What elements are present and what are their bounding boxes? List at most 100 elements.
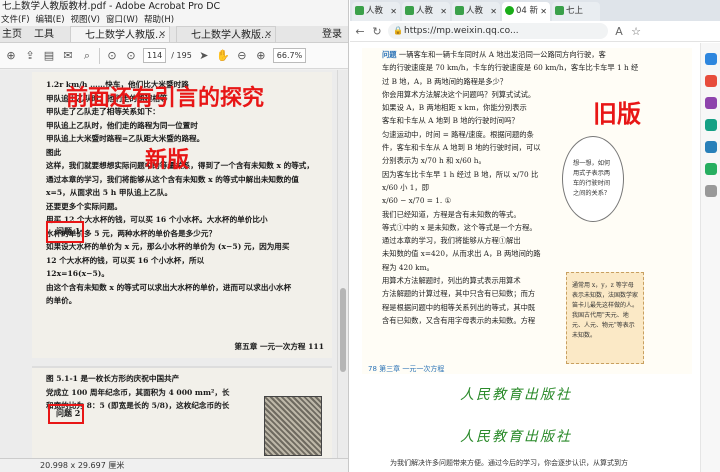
text-line: 甲队追上乙队时，他们走的路程为同一位置时: [46, 120, 198, 130]
zoom-in-icon[interactable]: ⊕: [254, 49, 268, 63]
text-line: 12 个大水杯的钱，可以买 16 个小水杯，所以: [46, 255, 205, 265]
scan-page-footer: 第五章 一元一次方程 111: [234, 342, 324, 351]
games-icon[interactable]: [704, 119, 717, 131]
page-icon: [455, 6, 464, 15]
text-line: 通过本章的学习，我们将能够从方程①解出: [382, 236, 521, 246]
browser-tab-2[interactable]: 人教 ✕: [402, 2, 450, 21]
close-icon[interactable]: ✕: [158, 27, 166, 42]
prev-page-icon[interactable]: ⊙: [105, 49, 119, 63]
acrobat-window: 七上数学人教版教材.pdf - Adobe Acrobat Pro DC 文件(…: [0, 0, 349, 472]
publisher-brand-2: 人民教育出版社: [460, 429, 572, 445]
text-line: 由这个含有未知数 x 的等式可以求出大水杯的单价，进而可以求出小水杯: [46, 282, 292, 292]
text-line: 我们已经知道，方程是含有未知数的等式。: [382, 209, 521, 219]
text-line: 的单价。: [46, 296, 77, 305]
tools-icon[interactable]: [704, 97, 717, 109]
outlook-icon[interactable]: [704, 163, 717, 175]
tab-tools[interactable]: 工具: [32, 26, 64, 42]
page-number-input[interactable]: 114: [143, 48, 167, 63]
create-pdf-icon[interactable]: ⊕: [4, 49, 18, 63]
toolbar-divider: [99, 47, 100, 64]
status-bar: 20.998 x 29.697 厘米: [0, 458, 348, 472]
close-icon[interactable]: ✕: [390, 2, 397, 21]
address-bar[interactable]: 🔒 https://mp.weixin.qq.co...: [388, 23, 608, 39]
text-line: 过 B 地，A，B 两地间的路程是多少？: [382, 76, 508, 86]
text-line: 如果设大水杯的单价为 x 元，那么小水杯的单价为 (x−5) 元，因为用买: [46, 242, 290, 251]
tab-home[interactable]: 主页: [0, 26, 32, 42]
vertical-scrollbar[interactable]: [337, 70, 347, 458]
text-line: 分别表示为 x/70 h 和 x/60 h。: [382, 156, 486, 166]
text-line: 客车和卡车从 A 地到 B 地的行驶时间吗？: [382, 116, 519, 126]
text-line: 你会用算术方法解决这个问题吗？列算式试试。: [382, 89, 536, 99]
text-line: 用算术方法解题时，列出的算式表示用算术: [382, 276, 521, 286]
page-icon: [405, 6, 414, 15]
acrobat-tab-bar: 主页 工具 七上数学人教版... ✕ 七上数学人教版... ✕ 登录: [0, 26, 348, 43]
acrobat-toolbar: ⊕ ⇪ ▤ ✉ ⌕ ⊙ ⊙ 114 / 195 ➤ ✋ ⊖ ⊕ 66.7%: [0, 43, 348, 69]
shopping-icon[interactable]: [704, 75, 717, 87]
text-line: 程是根据问题中的相等关系列出的等式，其中既: [382, 302, 536, 312]
publisher-brand-1: 人民教育出版社: [460, 387, 572, 403]
overlay-intro-note: 前面还有引言的探究: [66, 86, 265, 111]
text-line: 程为 420 km。: [382, 262, 434, 272]
text-line: 用买 12 个大水杯的钱，可以买 16 个小水杯。大水杯的单价比小: [46, 215, 268, 224]
menu-view[interactable]: 视图(V): [71, 14, 100, 26]
scrollbar-thumb[interactable]: [340, 288, 346, 372]
browser-tab-3[interactable]: 人教 ✕: [452, 2, 500, 21]
address-bar-row: ← ↻ 🔒 https://mp.weixin.qq.co... A ☆: [350, 21, 720, 42]
upload-icon[interactable]: ⇪: [23, 49, 37, 63]
browser-tab-1[interactable]: 人教 ✕: [352, 2, 400, 21]
browser-tab-5[interactable]: 七上: [552, 2, 600, 21]
favorites-icon[interactable]: ☆: [630, 25, 642, 38]
wechat-icon: [505, 6, 514, 15]
old-textbook-page: 问题 一辆客车和一辆卡车同时从 A 地出发沿同一公路同方向行驶，客 车的行驶速度是…: [362, 48, 692, 374]
print-icon[interactable]: ▤: [42, 49, 56, 63]
text-line: 12x=16(x−5)。: [46, 269, 109, 278]
doc-tab-label: 七上数学人教版...: [191, 30, 271, 41]
close-icon[interactable]: ✕: [264, 27, 272, 42]
text-line: 件，客车和卡车从 A 地到 B 地的行驶时间，可以: [382, 143, 541, 153]
menu-help[interactable]: 帮助(H): [144, 14, 174, 26]
text-line: 未知数的值 x=420，从而求出 A，B 两地间的路: [382, 249, 541, 259]
window-title: 七上数学人教版教材.pdf - Adobe Acrobat Pro DC: [0, 0, 348, 14]
doc-tab-label: 七上数学人教版...: [85, 30, 165, 41]
tab-label: 人教: [416, 6, 434, 16]
text-line: x/60 小 1，即: [382, 182, 430, 192]
select-cursor-icon[interactable]: ➤: [197, 49, 211, 63]
close-icon[interactable]: ✕: [540, 2, 547, 21]
close-icon[interactable]: ✕: [490, 2, 497, 21]
tab-label: 七上: [566, 6, 584, 16]
doc-tab-1[interactable]: 七上数学人教版... ✕: [70, 26, 170, 42]
read-aloud-icon[interactable]: A: [613, 25, 625, 38]
menu-window[interactable]: 窗口(W): [106, 14, 138, 26]
text-line: 图 5.1-1 是一枚长方形的庆祝中国共产: [46, 374, 180, 383]
text-line: 方法解题的计算过程，其中只含有已知数；而方: [382, 289, 536, 299]
next-page-icon[interactable]: ⊙: [124, 49, 138, 63]
hand-tool-icon[interactable]: ✋: [216, 49, 230, 63]
menu-file[interactable]: 文件(F): [1, 14, 30, 26]
question-2-label: 问题 2: [56, 408, 81, 418]
doc-tab-2[interactable]: 七上数学人教版... ✕: [176, 26, 276, 42]
zoom-out-icon[interactable]: ⊖: [235, 49, 249, 63]
page-icon: [355, 6, 364, 15]
search-icon[interactable]: [704, 53, 717, 65]
browser-window: 人教 ✕ 人教 ✕ 人教 ✕ 04 新 ✕ 七上 ← ↻ 🔒 https://mp.wei…: [350, 0, 720, 472]
text-line: 等式①中的 x 是未知数，这个等式是一个方程。: [382, 222, 537, 232]
login-button[interactable]: 登录: [322, 26, 342, 43]
menu-edit[interactable]: 编辑(E): [36, 14, 65, 26]
browser-tab-4[interactable]: 04 新 ✕: [502, 2, 550, 21]
office-icon[interactable]: [704, 141, 717, 153]
text-line: x/60 − x/70 = 1. ①: [382, 196, 452, 206]
zoom-select[interactable]: 66.7%: [272, 48, 307, 63]
side-note: 通常用 x，y，z 等字母表示未知数，法国数学家笛卡儿最先这样做的人。我国古代用…: [566, 272, 644, 364]
back-icon[interactable]: ←: [354, 25, 366, 38]
book-page-footer: 78 第三章 一元一次方程: [368, 365, 445, 373]
search-icon[interactable]: ⌕: [80, 49, 94, 63]
mail-icon[interactable]: ✉: [61, 49, 75, 63]
page-total: / 195: [171, 51, 192, 60]
close-icon[interactable]: ✕: [440, 2, 447, 21]
tab-label: 人教: [366, 6, 384, 16]
page-icon: [555, 6, 564, 15]
refresh-icon[interactable]: ↻: [371, 25, 383, 38]
add-icon[interactable]: [704, 185, 717, 197]
lock-icon: 🔒: [393, 26, 403, 35]
url-text: https://mp.weixin.qq.co...: [404, 26, 519, 36]
